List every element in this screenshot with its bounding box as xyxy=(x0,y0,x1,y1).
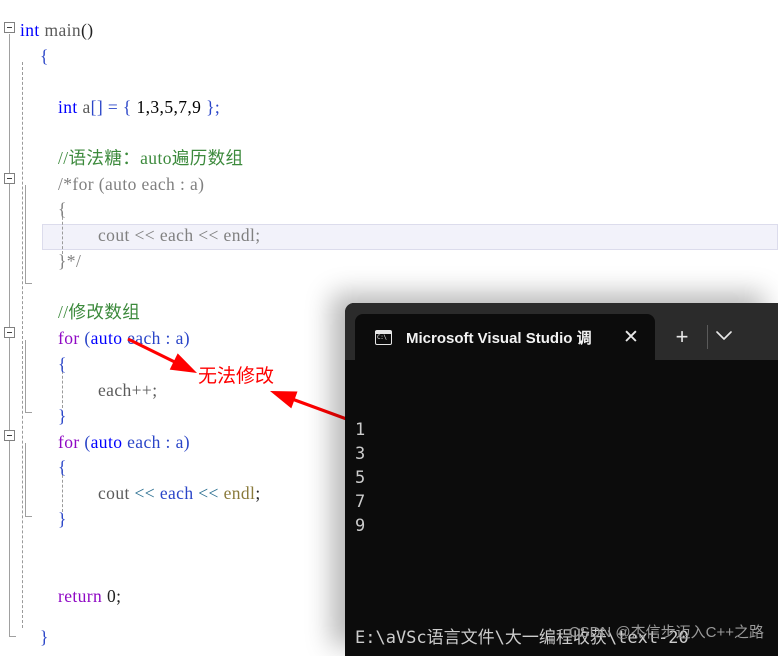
code-token: endl xyxy=(223,483,256,503)
code-token: [] = { xyxy=(90,97,137,117)
code-token: cout << each << endl; xyxy=(98,225,261,245)
console-output[interactable]: 13579 E:\aVSc语言文件\大一编程收获\text-20 按任意键关闭此… xyxy=(345,360,778,656)
chevron-down-icon[interactable] xyxy=(710,327,738,347)
csdn-watermark: CSDN @杰信步迈入C++之路 xyxy=(568,624,764,641)
code-token: each xyxy=(159,483,194,503)
code-line: //语法糖：auto遍历数组 xyxy=(58,146,243,172)
console-output-lines: 1 3 5 7 9 xyxy=(355,418,778,538)
code-line: for (auto each : a) xyxy=(58,430,190,456)
code-token: { xyxy=(58,457,67,477)
outline-bar xyxy=(25,443,26,516)
code-token: int xyxy=(58,97,83,117)
console-titlebar[interactable]: Microsoft Visual Studio 调试控 ✕ + xyxy=(345,303,778,360)
code-token: auto xyxy=(90,328,123,348)
code-token: () xyxy=(81,20,94,40)
outline-foot xyxy=(25,412,32,413)
code-line: cout << each << endl; xyxy=(98,223,261,249)
collapse-toggle-for-1[interactable] xyxy=(4,327,15,338)
console-window[interactable]: Microsoft Visual Studio 调试控 ✕ + 13579 E:… xyxy=(345,303,778,656)
outline-bar xyxy=(25,185,26,283)
code-token: ( xyxy=(79,432,91,452)
code-token: return xyxy=(58,586,103,606)
screenshot-root: int main(){int a[] = { 1,3,5,7,9 };//语法糖… xyxy=(0,0,778,656)
code-token: each++; xyxy=(98,380,158,400)
code-line: } xyxy=(58,404,67,430)
collapse-toggle-main[interactable] xyxy=(4,22,15,33)
console-tab-active[interactable]: Microsoft Visual Studio 调试控 ✕ xyxy=(355,314,655,360)
collapse-toggle-for-2[interactable] xyxy=(4,430,15,441)
code-line: each++; xyxy=(98,378,157,404)
code-token: }; xyxy=(201,97,221,117)
outline-foot xyxy=(25,516,32,517)
code-line: /*for (auto each : a) xyxy=(58,172,204,198)
code-token: int xyxy=(20,20,45,40)
code-token: for xyxy=(58,328,80,348)
code-line: { xyxy=(58,197,67,223)
code-line: { xyxy=(58,352,67,378)
code-token: a xyxy=(82,97,91,117)
code-line: { xyxy=(58,455,67,481)
console-output-line: 3 xyxy=(355,444,366,464)
code-token: //修改数组 xyxy=(58,302,141,322)
code-token: << xyxy=(193,483,224,503)
code-token: { xyxy=(58,354,67,374)
console-output-line: 1 xyxy=(355,420,366,440)
code-line: //修改数组 xyxy=(58,300,140,326)
code-token: ( xyxy=(79,328,91,348)
indent-guide xyxy=(22,62,23,628)
console-tab-title: Microsoft Visual Studio 调试控 xyxy=(406,329,591,347)
code-token: each : a) xyxy=(122,432,190,452)
annotation-label-cannot-modify: 无法修改 xyxy=(198,366,275,387)
code-token: //语法糖：auto遍历数组 xyxy=(58,148,244,168)
console-output-line: 7 xyxy=(355,492,366,512)
outline-foot xyxy=(25,283,32,284)
code-token: << xyxy=(129,483,160,503)
code-token: } xyxy=(40,627,49,647)
code-line: int a[] = { 1,3,5,7,9 }; xyxy=(58,95,220,121)
code-token: { xyxy=(58,199,67,219)
console-output-line: 9 xyxy=(355,516,366,536)
code-token: main xyxy=(44,20,82,40)
code-token: 0; xyxy=(102,586,122,606)
console-output-line: 5 xyxy=(355,468,366,488)
editor-outlining-gutter[interactable] xyxy=(0,0,42,656)
code-line: cout << each << endl; xyxy=(98,481,261,507)
code-token: cout xyxy=(98,483,130,503)
close-icon[interactable]: ✕ xyxy=(621,328,641,348)
code-token: } xyxy=(58,509,67,529)
code-token: for xyxy=(58,432,80,452)
code-line: } xyxy=(40,625,49,651)
new-tab-icon[interactable]: + xyxy=(670,325,694,349)
code-token: auto xyxy=(90,432,123,452)
code-line: for (auto each : a) xyxy=(58,326,190,352)
code-line: return 0; xyxy=(58,584,121,610)
console-app-icon xyxy=(375,329,392,345)
outline-bar xyxy=(25,340,26,412)
code-token: }*/ xyxy=(58,251,82,271)
code-line: int main() xyxy=(20,18,94,44)
code-token: /*for (auto each : a) xyxy=(58,174,205,194)
outline-foot xyxy=(9,636,16,637)
toolbar-separator xyxy=(707,325,708,349)
code-line: } xyxy=(58,507,67,533)
collapse-toggle-comment-for[interactable] xyxy=(4,173,15,184)
code-token: { xyxy=(40,46,49,66)
code-token: each : a) xyxy=(122,328,190,348)
code-line: { xyxy=(40,44,49,70)
code-line: }*/ xyxy=(58,249,81,275)
code-token: ; xyxy=(255,483,261,503)
code-token: } xyxy=(58,406,67,426)
code-token: 1,3,5,7,9 xyxy=(136,97,202,117)
